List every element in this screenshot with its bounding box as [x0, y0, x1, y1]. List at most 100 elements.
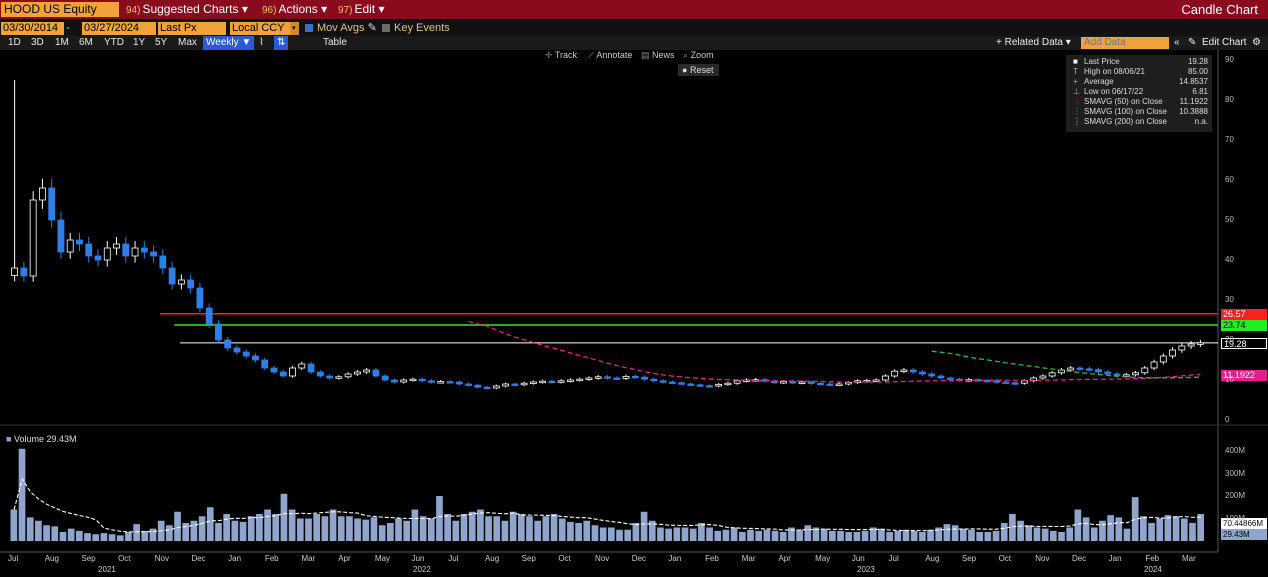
dashed-line-icon: ⋮: [1073, 97, 1081, 106]
volume-bar: [1164, 515, 1172, 541]
candle-body: [344, 373, 352, 378]
volume-bar: [10, 509, 18, 541]
x-month-label: Jul: [448, 554, 459, 563]
y-tick-label: 10: [1225, 375, 1234, 384]
x-month-label: Aug: [484, 554, 500, 563]
volume-bar: [100, 533, 108, 541]
volume-bar: [919, 532, 926, 541]
sma50-line: [468, 320, 1201, 383]
candle-body: [85, 243, 93, 257]
period-max[interactable]: Max: [178, 36, 197, 50]
frequency-selector[interactable]: Weekly ▼: [203, 36, 255, 50]
pencil-icon[interactable]: ✎: [1188, 36, 1196, 50]
candle-body: [650, 378, 658, 382]
x-month-label: Feb: [705, 554, 719, 563]
chevron-down-icon[interactable]: ▾: [290, 22, 299, 35]
candle-body: [483, 386, 491, 390]
line-chart-icon[interactable]: ⌇: [259, 36, 264, 50]
candle-body: [363, 369, 371, 373]
chart-legend[interactable]: ■ Last Price 19.28 T High on 08/06/21 85.00 …: [1066, 55, 1212, 132]
add-data-input[interactable]: [1081, 37, 1169, 49]
candle-body: [1104, 371, 1112, 375]
period-5y[interactable]: 5Y: [155, 36, 167, 50]
period-6m[interactable]: 6M: [79, 36, 93, 50]
y-tick-label: 30: [1225, 295, 1234, 304]
suggested-charts-menu[interactable]: 94) Suggested Charts ▾: [126, 1, 248, 18]
volume-bar: [247, 516, 255, 541]
candle-body: [891, 370, 899, 377]
volume-bar: [1172, 516, 1180, 541]
x-month-label: May: [815, 554, 831, 563]
volume-average-line: [13, 477, 1201, 533]
period-1y[interactable]: 1Y: [133, 36, 145, 50]
volume-bar: [1074, 509, 1082, 541]
gear-icon[interactable]: ⚙: [1252, 36, 1261, 50]
candle-body: [298, 363, 306, 369]
volume-bar: [689, 528, 697, 541]
volume-bar: [1017, 520, 1024, 541]
candle-body: [1002, 381, 1010, 384]
volume-bar: [747, 529, 754, 541]
candle-body: [761, 379, 769, 382]
volume-bar: [223, 514, 230, 541]
volume-bar: [845, 532, 853, 541]
period-1m[interactable]: 1M: [55, 36, 69, 50]
volume-bar: [927, 529, 934, 541]
checkbox-unchecked-icon: [382, 24, 390, 32]
field-selector[interactable]: Last Px: [158, 22, 226, 35]
track-tool[interactable]: ✛ Track: [545, 49, 577, 61]
volume-bar: [550, 514, 558, 541]
candle-body: [696, 384, 704, 387]
news-tool[interactable]: ▤ News: [641, 49, 675, 61]
candle-body: [928, 373, 936, 377]
candle-body: [539, 380, 547, 384]
candle-body: [826, 383, 834, 386]
volume-bar: [828, 530, 836, 541]
volume-bar: [125, 532, 132, 541]
edit-chart-button[interactable]: Edit Chart: [1202, 36, 1246, 50]
candle-body: [715, 383, 723, 387]
legend-sma200: ⋮ SMAVG (200) on Close n.a.: [1073, 117, 1208, 126]
volume-bar: [395, 518, 402, 541]
reset-button[interactable]: ● Reset: [678, 64, 719, 76]
volume-bar: [485, 516, 492, 541]
actions-menu[interactable]: 96) Actions ▾: [262, 1, 327, 18]
period-1d[interactable]: 1D: [8, 36, 21, 50]
end-date-field[interactable]: 03/27/2024: [82, 22, 156, 35]
y-tick-label: 90: [1225, 55, 1234, 64]
mov-avgs-toggle[interactable]: Mov Avgs ✎: [305, 21, 377, 36]
candle-body: [29, 199, 37, 277]
volume-bar: [730, 527, 738, 541]
volume-bar: [853, 532, 861, 541]
candle-chart-icon[interactable]: ⇅: [274, 36, 289, 50]
volume-bar: [796, 529, 803, 541]
pencil-icon[interactable]: ✎: [368, 22, 377, 34]
start-date-field[interactable]: 03/30/2014: [1, 22, 64, 35]
collapse-icon[interactable]: «: [1174, 36, 1180, 50]
period-3d[interactable]: 3D: [31, 36, 44, 50]
related-data-button[interactable]: + Related Data ▾: [996, 36, 1071, 50]
volume-bar: [608, 527, 615, 541]
y-tick-label: 80: [1225, 95, 1234, 104]
y-tick-label: 20: [1225, 335, 1234, 344]
candle-body: [48, 187, 56, 221]
candle-body: [1011, 382, 1019, 385]
x-month-label: Sep: [961, 554, 977, 563]
table-button[interactable]: Table: [323, 36, 347, 50]
candle-body: [743, 379, 750, 382]
volume-bar: [624, 529, 632, 541]
crosshair-icon: ✛: [545, 50, 553, 60]
ticker-field[interactable]: HOOD US Equity: [1, 2, 119, 17]
zoom-tool[interactable]: ⌕ Zoom: [683, 49, 714, 61]
period-ytd[interactable]: YTD: [104, 36, 124, 50]
x-year-label: 2021: [98, 565, 116, 574]
currency-selector[interactable]: Local CCY: [230, 22, 290, 35]
candle-body: [724, 382, 732, 386]
volume-bar: [681, 527, 689, 541]
volume-bar: [714, 530, 722, 541]
key-events-toggle[interactable]: Key Events: [382, 21, 450, 36]
candle-body: [1030, 377, 1038, 382]
annotate-tool[interactable]: ⟋ Annotate: [588, 49, 632, 61]
volume-bar: [878, 528, 885, 541]
edit-menu[interactable]: 97) Edit ▾: [338, 1, 385, 18]
